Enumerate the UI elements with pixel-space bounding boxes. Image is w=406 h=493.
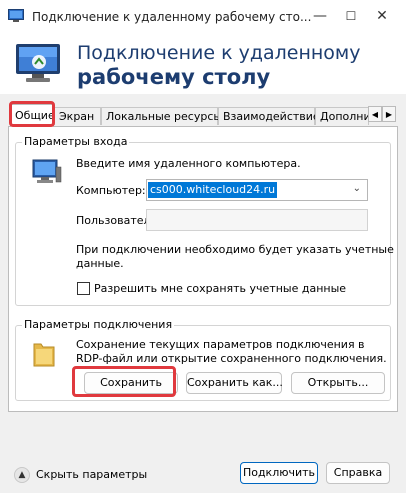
- save-credentials-label[interactable]: Разрешить мне сохранять учетные данные: [94, 282, 346, 295]
- tab-scroll-right-icon[interactable]: ▶: [382, 106, 396, 122]
- computer-value: cs000.whitecloud24.ru: [148, 182, 278, 198]
- computer-prompt-text: Введите имя удаленного компьютера.: [76, 157, 301, 170]
- logon-settings-group: Параметры входа Введите имя удаленного к…: [15, 135, 394, 306]
- save-button-highlight: [72, 366, 176, 397]
- connect-button[interactable]: Подключить: [240, 462, 318, 484]
- open-button[interactable]: Открыть...: [291, 372, 385, 394]
- title-bar: Подключение к удаленному рабочему сто...…: [0, 0, 406, 34]
- connection-desc-line1: Сохранение текущих параметров подключени…: [76, 338, 365, 351]
- tab-general-highlight: [9, 101, 55, 127]
- chevron-down-icon[interactable]: ⌄: [353, 183, 361, 194]
- save-credentials-checkbox[interactable]: [77, 282, 90, 295]
- hide-options-link[interactable]: Скрыть параметры: [36, 468, 147, 481]
- computer-icon: [32, 159, 62, 183]
- tab-scroll-left-icon[interactable]: ◀: [368, 106, 382, 122]
- save-as-button[interactable]: Сохранить как...: [186, 372, 283, 394]
- banner-title-line2: рабочему столу: [77, 65, 271, 89]
- credentials-info-line1: При подключении необходимо будет указать…: [76, 243, 394, 256]
- remote-desktop-app-icon: [8, 9, 24, 22]
- general-tab-page: Параметры входа Введите имя удаленного к…: [8, 126, 398, 412]
- dialog-banner: Подключение к удаленному рабочему столу: [0, 34, 406, 94]
- close-button[interactable]: ✕: [368, 5, 396, 27]
- credentials-info-line2: данные.: [76, 257, 124, 270]
- computer-combobox[interactable]: cs000.whitecloud24.ru ⌄: [146, 179, 368, 201]
- connection-desc-line2: RDP-файл или открытие сохраненного подкл…: [76, 352, 387, 365]
- tab-experience[interactable]: Взаимодействие: [218, 107, 320, 125]
- folder-icon: [33, 343, 55, 367]
- remote-desktop-computer-icon: [16, 44, 60, 82]
- window-title: Подключение к удаленному рабочему сто...: [32, 10, 312, 24]
- connection-settings-legend: Параметры подключения: [22, 318, 175, 331]
- chevron-up-icon[interactable]: ▲: [14, 467, 30, 483]
- help-button[interactable]: Справка: [326, 462, 390, 484]
- minimize-button[interactable]: —: [306, 5, 334, 27]
- maximize-button[interactable]: ☐: [337, 5, 365, 27]
- tab-strip: Общие Экран Локальные ресурсы Взаимодейс…: [8, 104, 398, 127]
- tab-advanced[interactable]: Дополни: [315, 107, 369, 125]
- user-field: [146, 209, 368, 231]
- tab-scroll-buttons: ◀ ▶: [368, 106, 397, 122]
- banner-title-line1: Подключение к удаленному: [77, 42, 361, 64]
- tab-display[interactable]: Экран: [54, 107, 101, 125]
- computer-label: Компьютер:: [76, 184, 146, 197]
- logon-settings-legend: Параметры входа: [22, 135, 130, 148]
- tab-local-resources[interactable]: Локальные ресурсы: [101, 107, 222, 125]
